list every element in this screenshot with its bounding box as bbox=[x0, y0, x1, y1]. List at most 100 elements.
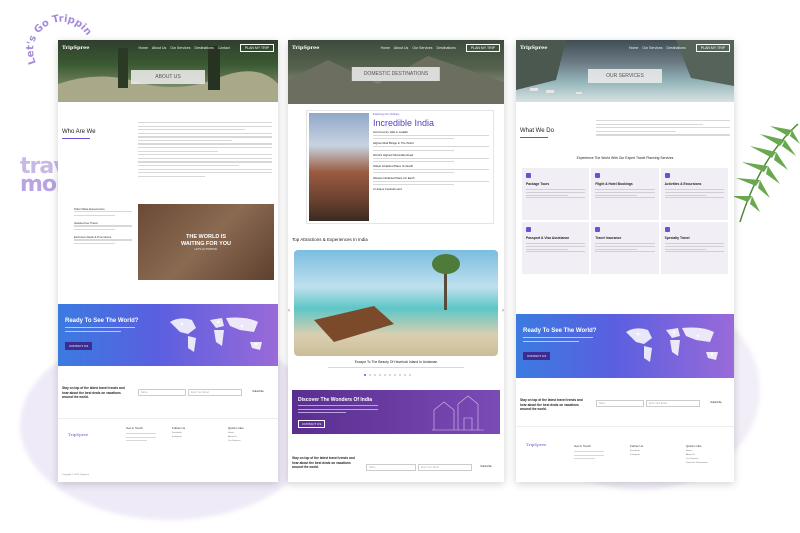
footer-heading: Quick Links bbox=[228, 426, 244, 430]
destination-item: A Unique Festival Land bbox=[373, 186, 402, 191]
nav-link-services[interactable]: Our Services bbox=[412, 46, 432, 50]
nav-link-services[interactable]: Our Services bbox=[642, 46, 662, 50]
contact-us-button[interactable]: CONTACT US bbox=[65, 342, 93, 350]
instagram-link[interactable]: Instagram bbox=[630, 454, 643, 456]
newsletter-eyebrow: — bbox=[62, 380, 64, 382]
discover-contact-button[interactable]: CONTACT US bbox=[298, 420, 326, 428]
top-nav: TripSpree Home About Us Our Services Des… bbox=[62, 44, 274, 52]
hero-banner: TripSpree Home Our Services Destinations… bbox=[516, 40, 734, 102]
slider-prev-arrow[interactable]: ‹ bbox=[288, 308, 290, 314]
nav-link-about[interactable]: About Us bbox=[394, 46, 408, 50]
specialty-travel-icon bbox=[664, 227, 670, 232]
footer-link-home[interactable]: Home bbox=[686, 450, 708, 452]
cta-title: Ready To See The World? bbox=[523, 328, 597, 334]
footer-link-about[interactable]: About Us bbox=[686, 454, 708, 456]
service-card[interactable]: Passport & Visa Assistance bbox=[522, 222, 590, 274]
subscribe-button[interactable]: Subscribe bbox=[702, 400, 730, 405]
service-title: Package Tours bbox=[526, 182, 550, 186]
footer-link-about[interactable]: About Us bbox=[228, 436, 244, 438]
destination-item: Highest Rail Bridge In The World bbox=[373, 141, 414, 146]
discover-title: Discover The Wonders Of India bbox=[298, 397, 373, 403]
subscribe-button[interactable]: Subscribe bbox=[244, 389, 272, 394]
site-logo[interactable]: TripSpree bbox=[62, 45, 90, 51]
site-logo[interactable]: TripSpree bbox=[520, 45, 548, 51]
title-underline bbox=[520, 137, 548, 138]
section-title: What We Do bbox=[520, 128, 554, 134]
destination-list: Avid Country Hills in Ladakh Highest Rai… bbox=[373, 130, 489, 191]
nav-link-about[interactable]: About Us bbox=[152, 46, 166, 50]
footer-link-domestic[interactable]: Domestic Destinations bbox=[686, 462, 708, 464]
image-text-tag: LET'S GO TRIPPING bbox=[194, 248, 218, 251]
site-logo[interactable]: TripSpree bbox=[292, 45, 320, 51]
cta-subtitle bbox=[65, 327, 135, 334]
ready-to-see-world-banner: Ready To See The World? CONTACT US bbox=[516, 314, 734, 378]
plan-my-trip-button[interactable]: PLAN MY TRIP bbox=[695, 44, 730, 52]
destination-item: Wettest Inhabited Place On Earth bbox=[373, 175, 415, 180]
activities-icon bbox=[664, 173, 670, 178]
service-card[interactable]: Travel Insurance bbox=[591, 222, 659, 274]
map-pin-icon bbox=[595, 227, 601, 232]
subscribe-button[interactable]: Subscribe bbox=[472, 464, 500, 469]
services-grid: Package Tours Flight & Hotel Bookings Ac… bbox=[522, 168, 728, 274]
nav-link-destinations[interactable]: Destinations bbox=[667, 46, 686, 50]
about-us-page-mockup: TripSpree Home About Us Our Services Des… bbox=[58, 40, 278, 482]
package-tours-icon bbox=[526, 173, 531, 178]
title-underline bbox=[62, 138, 90, 139]
destination-item: World's Highest Motorable Road bbox=[373, 152, 414, 157]
slider-dots[interactable] bbox=[364, 374, 411, 376]
page-title: DOMESTIC DESTINATIONS bbox=[351, 67, 441, 81]
service-card[interactable]: Activities & Excursions bbox=[660, 168, 728, 220]
section-title: Who Are We bbox=[62, 129, 96, 135]
newsletter-text: Stay on top of the latest travel trends … bbox=[62, 386, 125, 399]
cta-subtitle bbox=[523, 337, 593, 344]
newsletter-email-input[interactable]: Enter Your Email bbox=[188, 389, 242, 396]
newsletter-name-input[interactable]: Name bbox=[366, 464, 416, 471]
destinations-page-mockup: TripSpree Home About Us Our Services Des… bbox=[288, 40, 504, 482]
service-title: Passport & Visa Assistance bbox=[526, 236, 570, 240]
nav-link-destinations[interactable]: Destinations bbox=[437, 46, 456, 50]
slider-next-arrow[interactable]: › bbox=[502, 308, 504, 314]
newsletter-eyebrow: — bbox=[520, 392, 522, 394]
newsletter-email-input[interactable]: Enter Your Email bbox=[646, 400, 700, 407]
footer-heading: Get In Touch bbox=[574, 444, 591, 448]
nav-link-home[interactable]: Home bbox=[381, 46, 390, 50]
world-waiting-image: THE WORLD IS WAITING FOR YOU LET'S GO TR… bbox=[138, 204, 274, 280]
service-card[interactable]: Specialty Travel bbox=[660, 222, 728, 274]
facebook-link[interactable]: Facebook bbox=[630, 450, 643, 452]
nav-link-home[interactable]: Home bbox=[139, 46, 148, 50]
world-map-graphic bbox=[626, 327, 718, 362]
newsletter-email-input[interactable]: Enter Your Email bbox=[418, 464, 472, 471]
newsletter-name-input[interactable]: Name bbox=[138, 389, 186, 396]
footer-link-home[interactable]: Home bbox=[228, 432, 244, 434]
top-nav: TripSpree Home Our Services Destinations… bbox=[520, 44, 730, 52]
footer-heading: Follow Us bbox=[630, 444, 644, 448]
discover-india-banner: Discover The Wonders Of India CONTACT US bbox=[292, 390, 500, 434]
newsletter-eyebrow: — bbox=[292, 450, 294, 452]
footer-link-services[interactable]: Our Services bbox=[228, 440, 244, 442]
service-card[interactable]: Flight & Hotel Bookings bbox=[591, 168, 659, 220]
facebook-link[interactable]: Facebook bbox=[172, 432, 185, 434]
destination-item: Avid Country Hills in Ladakh bbox=[373, 130, 408, 134]
footer-logo[interactable]: TripSpree bbox=[526, 442, 546, 447]
newsletter-text: Stay on top of the latest travel trends … bbox=[520, 398, 583, 411]
about-paragraph bbox=[138, 122, 272, 179]
footer-quick-links: Quick Links Home About Us Our Services bbox=[228, 426, 244, 442]
services-page-mockup: TripSpree Home Our Services Destinations… bbox=[516, 40, 734, 482]
palm-leaf-decoration bbox=[732, 123, 800, 223]
instagram-link[interactable]: Instagram bbox=[172, 436, 185, 438]
nav-link-destinations[interactable]: Destinations bbox=[194, 46, 213, 50]
nav-link-home[interactable]: Home bbox=[629, 46, 638, 50]
plan-my-trip-button[interactable]: PLAN MY TRIP bbox=[239, 44, 274, 52]
copyright: Copyright © 2023 TripSpree bbox=[62, 474, 90, 476]
service-title: Activities & Excursions bbox=[664, 182, 702, 186]
nav-link-services[interactable]: Our Services bbox=[170, 46, 190, 50]
hero-banner: TripSpree Home About Us Our Services Des… bbox=[58, 40, 278, 102]
contact-us-button[interactable]: CONTACT US bbox=[523, 352, 551, 360]
plan-my-trip-button[interactable]: PLAN MY TRIP bbox=[465, 44, 500, 52]
nav-link-contact[interactable]: Contact bbox=[218, 46, 230, 50]
newsletter-name-input[interactable]: Name bbox=[596, 400, 644, 407]
footer-link-services[interactable]: Our Services bbox=[686, 458, 708, 460]
havelock-slide-image bbox=[294, 250, 498, 356]
service-card[interactable]: Package Tours bbox=[522, 168, 590, 220]
footer-logo[interactable]: TripSpree bbox=[68, 432, 88, 437]
